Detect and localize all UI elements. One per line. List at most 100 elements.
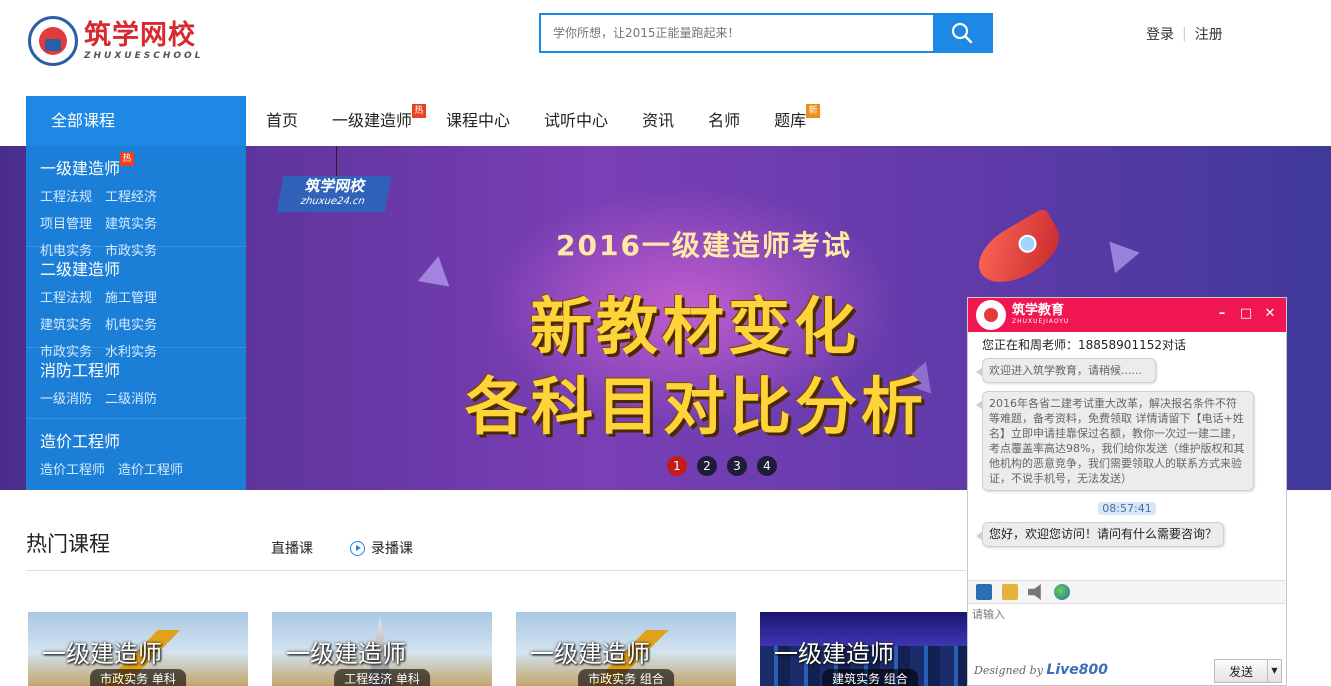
- course-card[interactable]: 一级建造师 市政实务 组合: [516, 612, 736, 686]
- tab-label: 直播课: [271, 541, 313, 557]
- nav-item-question-bank[interactable]: 题库新: [774, 96, 821, 146]
- all-courses-button[interactable]: 全部课程: [26, 96, 246, 146]
- register-link[interactable]: 注册: [1195, 24, 1223, 44]
- category-second-class-constructor: 二级建造师 工程法规 施工管理 建筑实务 机电实务 市政实务 水利实务: [26, 247, 246, 360]
- link-divider: |: [1182, 26, 1187, 42]
- new-badge: 新: [806, 104, 821, 118]
- category-link[interactable]: 建筑实务: [105, 211, 157, 238]
- category-first-class-constructor: 一级建造师热 工程法规 工程经济 项目管理 建筑实务 机电实务 市政实务: [26, 146, 246, 259]
- banner-headline-2: 各科目对比分析: [465, 370, 928, 443]
- chat-header[interactable]: 筑学教育 ZHUXUEJIAOYU – □ ✕: [968, 298, 1286, 332]
- nav-item-news[interactable]: 资讯: [642, 96, 674, 146]
- carousel-dot-2[interactable]: 2: [697, 456, 717, 476]
- course-card[interactable]: 一级建造师 市政实务 单科: [28, 612, 248, 686]
- category-fire-engineer: 消防工程师 一级消防 二级消防: [26, 348, 246, 419]
- play-icon: [350, 540, 365, 556]
- logo-name-en: ZHUXUESCHOOL: [84, 51, 204, 61]
- nav-label: 试听中心: [544, 111, 609, 130]
- sound-icon[interactable]: [1028, 584, 1041, 600]
- search-input[interactable]: [541, 15, 933, 51]
- banner-hanger-line: [336, 146, 337, 180]
- category-link[interactable]: 工程经济: [105, 184, 157, 211]
- course-card-title: 一级建造师: [286, 640, 406, 668]
- user-links: 登录 | 注册: [1146, 24, 1223, 44]
- chevron-down-icon[interactable]: ▼: [1267, 660, 1281, 682]
- hot-courses-title: 热门课程: [26, 532, 110, 556]
- chat-message: 您好，欢迎您访问！请问有什么需要咨询？: [976, 522, 1224, 547]
- banner-logo-url: zhuxue24.cn: [299, 196, 366, 207]
- tab-live[interactable]: 直播课: [271, 538, 313, 558]
- chat-status: 您正在和周老师：18858901152对话: [982, 338, 1186, 352]
- chat-logo-icon: [976, 300, 1006, 330]
- category-link[interactable]: 一级消防: [40, 386, 92, 413]
- triangle-decoration-icon: [417, 253, 455, 287]
- maximize-icon[interactable]: □: [1238, 306, 1254, 322]
- banner-logo: 筑学网校 zhuxue24.cn: [276, 176, 392, 212]
- triangle-decoration-icon: [1109, 236, 1143, 274]
- category-link[interactable]: 机电实务: [105, 312, 157, 339]
- course-card-title: 一级建造师: [42, 640, 162, 668]
- course-card-subtitle: 建筑实务 组合: [822, 669, 918, 686]
- carousel-dot-4[interactable]: 4: [757, 456, 777, 476]
- category-link[interactable]: 工程法规: [40, 285, 92, 312]
- category-link[interactable]: 建筑实务: [40, 312, 92, 339]
- nav-item-first-class-constructor[interactable]: 一级建造师热: [332, 96, 427, 146]
- tab-label: 录播课: [371, 541, 413, 557]
- minimize-icon[interactable]: –: [1214, 306, 1230, 322]
- login-link[interactable]: 登录: [1146, 24, 1174, 44]
- designed-by-label: Designed by Live800: [974, 662, 1108, 678]
- logo-emblem-icon: [28, 16, 78, 66]
- carousel-dot-1[interactable]: 1: [667, 456, 687, 476]
- category-title[interactable]: 二级建造师: [40, 259, 120, 281]
- vendor-name[interactable]: Live800: [1046, 662, 1108, 678]
- category-title[interactable]: 消防工程师: [40, 360, 120, 382]
- category-link[interactable]: 造价工程师: [118, 457, 183, 484]
- nav-item-home[interactable]: 首页: [266, 96, 298, 146]
- banner-logo-name: 筑学网校: [303, 177, 367, 195]
- chat-message: 2016年各省二建考试重大改革，解决报名条件不符等难题，备考资料，免费领取 详情…: [976, 391, 1254, 491]
- chat-brand-name-en: ZHUXUEJIAOYU: [1012, 318, 1070, 325]
- chat-input[interactable]: 请输入: [968, 604, 1286, 656]
- nav-label: 名师: [708, 111, 741, 130]
- category-title[interactable]: 造价工程师: [40, 431, 120, 453]
- search-icon: [951, 22, 973, 44]
- chat-message: 欢迎进入筑学教育，请稍候......: [976, 358, 1156, 383]
- category-link[interactable]: 二级消防: [105, 386, 157, 413]
- page: 筑学网校 ZHUXUESCHOOL 登录 | 注册 全部课程 首页 一级建造师热…: [0, 0, 1331, 686]
- category-link[interactable]: 项目管理: [40, 211, 92, 238]
- site-logo[interactable]: 筑学网校 ZHUXUESCHOOL: [28, 16, 203, 66]
- carousel-dot-3[interactable]: 3: [727, 456, 747, 476]
- nav-label: 课程中心: [446, 111, 511, 130]
- search-button[interactable]: [933, 15, 991, 51]
- nav-item-trial-center[interactable]: 试听中心: [544, 96, 608, 146]
- save-icon[interactable]: [976, 584, 992, 600]
- send-file-icon[interactable]: [1002, 584, 1018, 600]
- category-link[interactable]: 施工管理: [105, 285, 157, 312]
- banner-subtitle: 2016一级建造师考试: [556, 229, 852, 262]
- category-cost-engineer: 造价工程师 造价工程师 造价工程师: [26, 419, 246, 490]
- nav-label: 题库: [774, 111, 807, 130]
- category-title[interactable]: 一级建造师热: [40, 152, 135, 180]
- logo-name: 筑学网校: [84, 20, 196, 51]
- tab-recorded[interactable]: 录播课: [350, 538, 413, 558]
- course-card[interactable]: 一级建造师 建筑实务 组合: [760, 612, 980, 686]
- category-link[interactable]: 工程法规: [40, 184, 92, 211]
- hot-badge: 热: [412, 104, 427, 118]
- course-card-subtitle: 市政实务 单科: [90, 669, 186, 686]
- hot-badge: 热: [120, 152, 135, 166]
- chat-toolbar: [968, 580, 1286, 604]
- globe-icon[interactable]: [1054, 584, 1070, 600]
- course-card[interactable]: 一级建造师 工程经济 单科: [272, 612, 492, 686]
- carousel-dots: 1 2 3 4: [667, 456, 787, 476]
- chat-widget: 筑学教育 ZHUXUEJIAOYU – □ ✕ 您正在和周老师：18858901…: [967, 297, 1287, 686]
- nav-item-teachers[interactable]: 名师: [708, 96, 740, 146]
- chat-messages: 您正在和周老师：18858901152对话 欢迎进入筑学教育，请稍候......…: [968, 332, 1286, 580]
- nav-item-course-center[interactable]: 课程中心: [446, 96, 510, 146]
- section-divider: [26, 570, 966, 571]
- close-icon[interactable]: ✕: [1262, 306, 1278, 322]
- nav-label: 资讯: [642, 111, 675, 130]
- category-link[interactable]: 造价工程师: [40, 457, 105, 484]
- rocket-icon: [968, 207, 1070, 295]
- send-button[interactable]: 发送 ▼: [1214, 659, 1282, 683]
- search-bar: [539, 13, 993, 53]
